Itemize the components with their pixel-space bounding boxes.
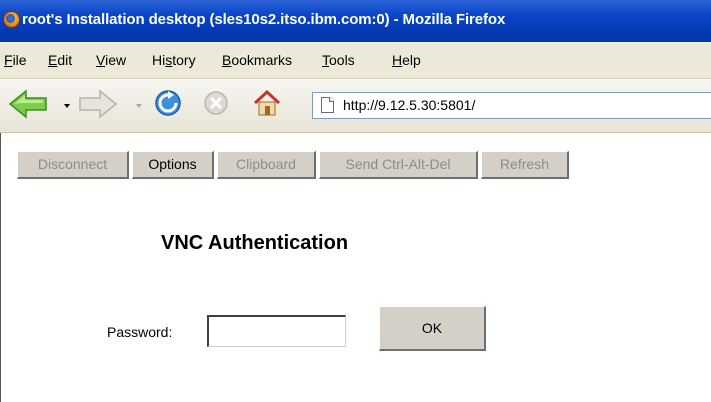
menu-history[interactable]: History [152, 52, 196, 68]
password-field[interactable] [207, 315, 346, 347]
firefox-icon [3, 11, 20, 28]
menu-bar: File Edit View History Bookmarks Tools H… [0, 42, 711, 79]
back-history-dropdown-icon[interactable] [64, 104, 70, 108]
stop-icon[interactable] [203, 90, 229, 116]
menu-file[interactable]: File [4, 52, 27, 68]
reload-icon[interactable] [154, 89, 182, 117]
menu-tools[interactable]: Tools [322, 52, 355, 68]
window-title: root's Installation desktop (sles10s2.it… [22, 11, 506, 28]
clipboard-button[interactable]: Clipboard [217, 151, 316, 179]
menu-bookmarks[interactable]: Bookmarks [222, 52, 292, 68]
send-ctrl-alt-del-button[interactable]: Send Ctrl-Alt-Del [319, 151, 478, 179]
forward-history-dropdown-icon[interactable] [136, 104, 142, 108]
page-content: Disconnect Options Clipboard Send Ctrl-A… [0, 133, 711, 402]
menu-view[interactable]: View [96, 52, 126, 68]
auth-title: VNC Authentication [161, 232, 349, 254]
ok-button[interactable]: OK [379, 306, 486, 351]
page-icon [321, 97, 334, 113]
back-arrow-icon[interactable] [8, 89, 48, 119]
forward-arrow-icon[interactable] [78, 89, 118, 119]
home-icon[interactable] [252, 88, 282, 118]
navigation-toolbar: http://9.12.5.30:5801/ [0, 79, 711, 133]
title-bar: root's Installation desktop (sles10s2.it… [0, 0, 711, 42]
options-button[interactable]: Options [132, 151, 214, 179]
menu-edit[interactable]: Edit [48, 52, 72, 68]
url-text[interactable]: http://9.12.5.30:5801/ [343, 97, 475, 113]
disconnect-button[interactable]: Disconnect [17, 151, 129, 179]
refresh-button[interactable]: Refresh [481, 151, 569, 179]
url-bar[interactable]: http://9.12.5.30:5801/ [312, 92, 711, 119]
password-label: Password: [107, 324, 173, 340]
menu-help[interactable]: Help [392, 52, 421, 68]
